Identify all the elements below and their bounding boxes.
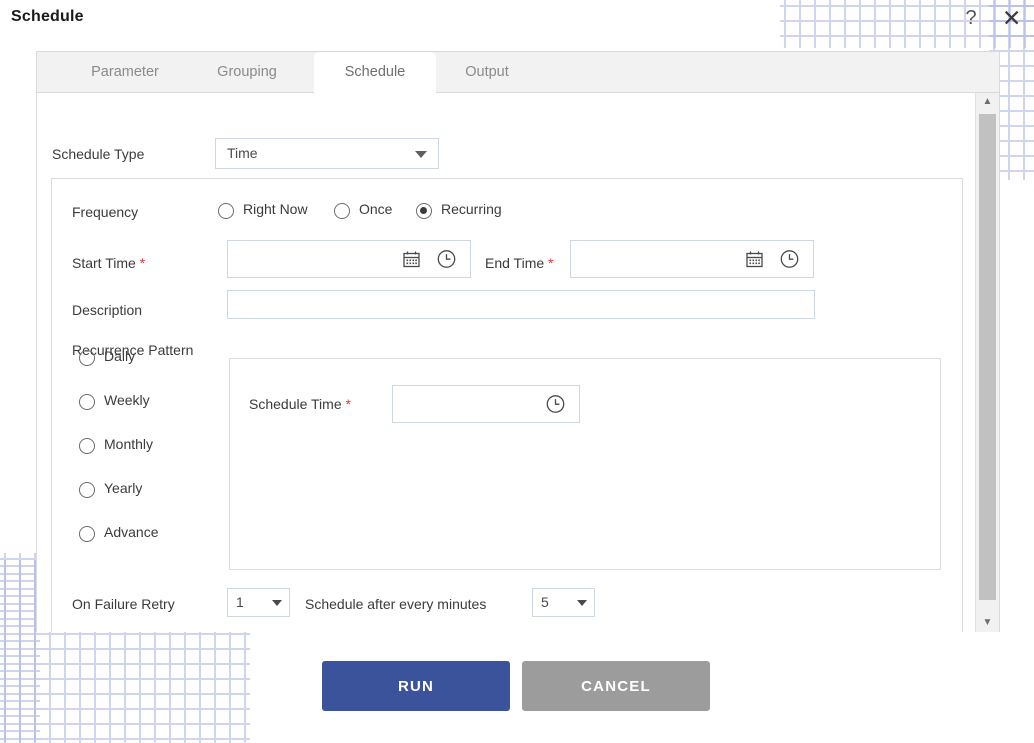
cancel-button[interactable]: CANCEL bbox=[522, 661, 710, 711]
clock-icon[interactable] bbox=[780, 250, 799, 269]
radio-label: Advance bbox=[104, 524, 159, 540]
radio-label: Recurring bbox=[441, 201, 502, 217]
frequency-label: Frequency bbox=[72, 204, 139, 220]
tab-output[interactable]: Output bbox=[441, 52, 533, 93]
radio-circle-icon bbox=[79, 438, 95, 454]
calendar-icon[interactable] bbox=[403, 251, 420, 268]
schedule-dialog-panel: Parameter Grouping Schedule Output Sched… bbox=[36, 51, 1000, 632]
vertical-scrollbar[interactable]: ▲ ▼ bbox=[975, 93, 999, 632]
radio-circle-icon bbox=[79, 394, 95, 410]
radio-label: Weekly bbox=[104, 392, 150, 408]
schedule-after-every-minutes-select[interactable]: 5 bbox=[532, 588, 595, 617]
clock-icon[interactable] bbox=[546, 395, 565, 414]
schedule-form-body: Schedule Type Time Frequency Right Now O… bbox=[37, 93, 976, 632]
calendar-icon[interactable] bbox=[746, 251, 763, 268]
start-time-label-text: Start Time bbox=[72, 255, 136, 271]
chevron-down-icon bbox=[415, 151, 427, 158]
chevron-down-icon bbox=[272, 600, 282, 606]
schedule-type-select[interactable]: Time bbox=[215, 138, 439, 169]
start-time-input[interactable] bbox=[227, 240, 471, 278]
schedule-type-label: Schedule Type bbox=[52, 146, 145, 162]
radio-circle-icon bbox=[79, 350, 95, 366]
on-failure-retry-value: 1 bbox=[236, 594, 244, 610]
description-label: Description bbox=[72, 302, 143, 318]
end-time-input[interactable] bbox=[570, 240, 814, 278]
on-failure-retry-select[interactable]: 1 bbox=[227, 588, 290, 617]
end-time-label: End Time * bbox=[485, 255, 553, 271]
close-icon[interactable]: ✕ bbox=[996, 2, 1026, 32]
radio-circle-icon bbox=[334, 203, 350, 219]
chevron-down-icon bbox=[577, 600, 587, 606]
radio-circle-icon bbox=[79, 526, 95, 542]
radio-label: Once bbox=[359, 201, 393, 217]
end-time-label-text: End Time bbox=[485, 255, 545, 271]
page-title: Schedule bbox=[11, 8, 84, 25]
radio-label: Right Now bbox=[243, 201, 308, 217]
on-failure-retry-label: On Failure Retry bbox=[72, 596, 175, 612]
required-marker: * bbox=[345, 396, 351, 412]
description-input[interactable] bbox=[227, 290, 815, 319]
radio-label: Yearly bbox=[104, 480, 143, 496]
schedule-time-label-text: Schedule Time bbox=[249, 396, 342, 412]
tab-strip: Parameter Grouping Schedule Output bbox=[37, 52, 999, 94]
schedule-after-every-minutes-label: Schedule after every minutes bbox=[305, 596, 487, 612]
schedule-time-input[interactable] bbox=[392, 385, 580, 423]
radio-label: Monthly bbox=[104, 436, 154, 452]
radio-circle-icon bbox=[79, 482, 95, 498]
scroll-up-arrow-icon[interactable]: ▲ bbox=[976, 93, 999, 111]
run-button[interactable]: RUN bbox=[322, 661, 510, 711]
decorative-dot-pattern-left-edge bbox=[0, 560, 40, 743]
radio-label: Daily bbox=[104, 348, 136, 364]
help-icon[interactable]: ? bbox=[956, 2, 986, 32]
start-time-label: Start Time * bbox=[72, 255, 145, 271]
radio-circle-selected-icon bbox=[416, 203, 432, 219]
tab-parameter[interactable]: Parameter bbox=[70, 52, 180, 93]
scrollbar-thumb[interactable] bbox=[979, 114, 996, 600]
schedule-after-every-minutes-value: 5 bbox=[541, 594, 549, 610]
schedule-type-value: Time bbox=[227, 145, 258, 161]
scroll-down-arrow-icon[interactable]: ▼ bbox=[976, 614, 999, 632]
dialog-header: Schedule ? ✕ bbox=[0, 0, 1034, 38]
required-marker: * bbox=[548, 255, 554, 271]
required-marker: * bbox=[139, 255, 146, 271]
radio-circle-icon bbox=[218, 203, 234, 219]
clock-icon[interactable] bbox=[437, 250, 456, 269]
schedule-time-label: Schedule Time * bbox=[249, 396, 351, 412]
schedule-time-panel bbox=[229, 358, 941, 570]
tab-schedule[interactable]: Schedule bbox=[314, 52, 436, 94]
tab-grouping[interactable]: Grouping bbox=[192, 52, 302, 93]
